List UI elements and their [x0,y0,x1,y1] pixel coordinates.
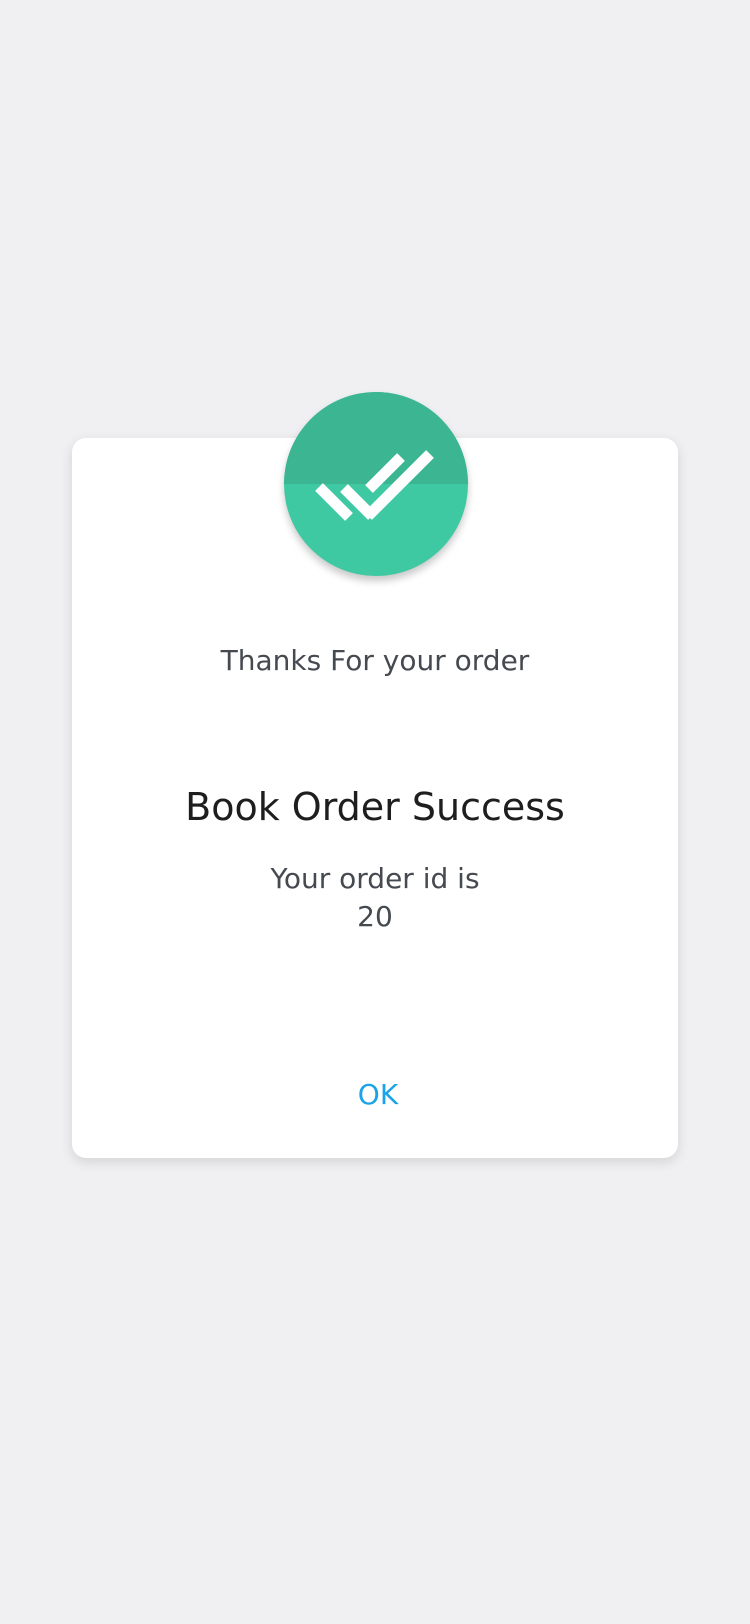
dialog-title: Book Order Success [185,785,565,829]
ok-button[interactable]: OK [300,1068,456,1122]
success-badge [284,392,468,576]
double-check-icon [315,450,434,521]
order-id-value: 20 [357,900,393,933]
order-id-label: Your order id is [270,862,480,895]
thanks-message: Thanks For your order [220,644,530,677]
